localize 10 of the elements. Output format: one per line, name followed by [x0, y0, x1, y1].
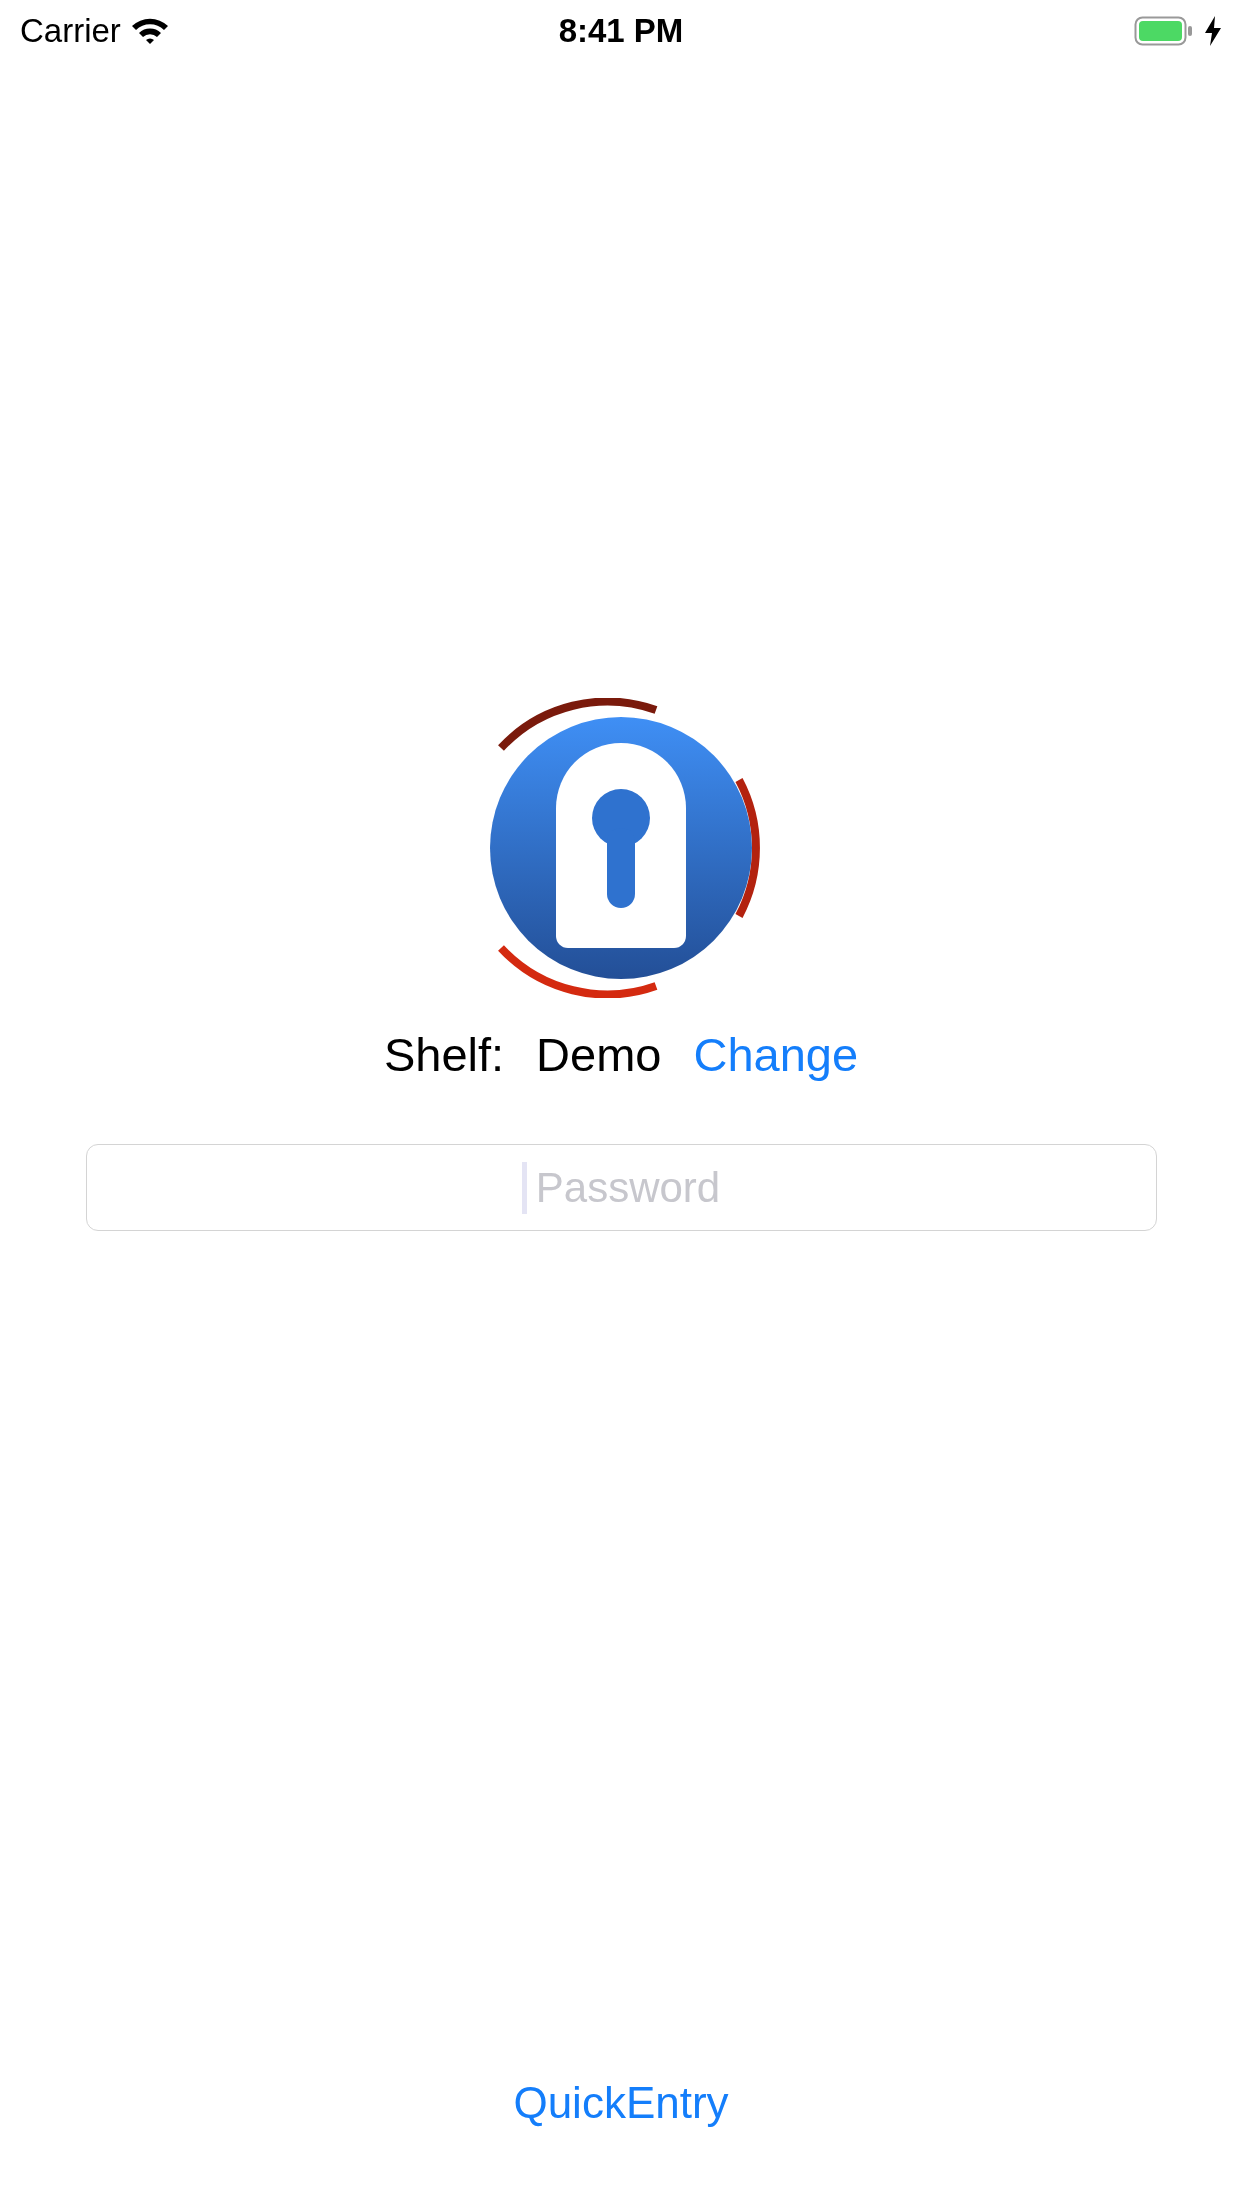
quick-entry-link[interactable]: QuickEntry: [513, 2078, 729, 2128]
change-link[interactable]: Change: [693, 1026, 859, 1082]
battery-icon: [1134, 16, 1194, 46]
carrier-name: Carrier: [20, 12, 121, 50]
password-field[interactable]: Password: [85, 1144, 1157, 1231]
shelf-label: Shelf:: [383, 1026, 505, 1082]
shelf-name: Demo: [536, 1026, 662, 1082]
charging-icon: [1204, 16, 1222, 46]
status-time: 8:41 PM: [558, 12, 684, 50]
wifi-icon: [130, 17, 169, 45]
